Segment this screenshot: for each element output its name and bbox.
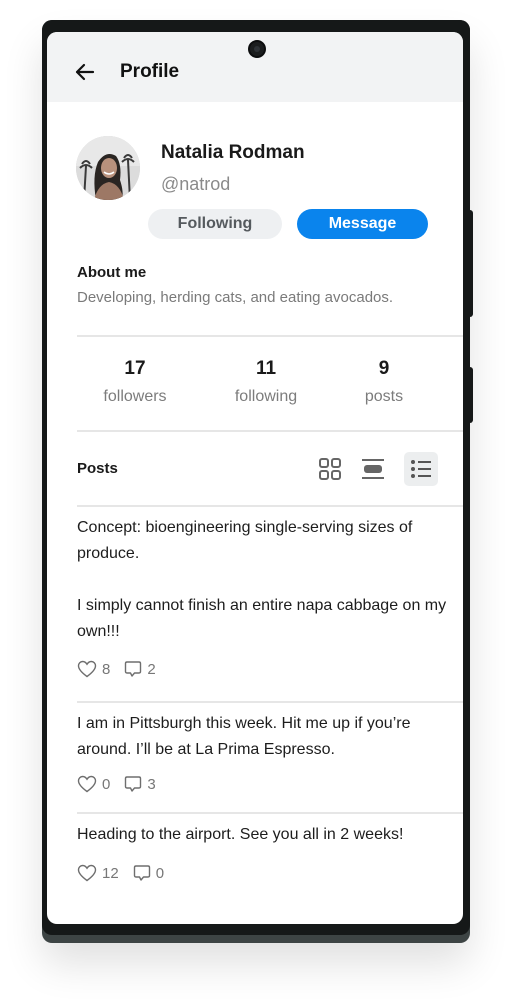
device-side-button (468, 367, 473, 423)
post-text: Heading to the airport. See you all in 2… (77, 826, 404, 843)
like-count: 12 (102, 864, 119, 882)
comment-count: 2 (147, 660, 156, 678)
grid-view-button[interactable] (313, 452, 347, 486)
like-button[interactable]: 12 (77, 864, 119, 882)
stat-value: 17 (124, 358, 146, 379)
divider (77, 430, 463, 432)
like-count: 8 (102, 660, 111, 678)
card-view-button[interactable] (356, 452, 390, 486)
profile-name: Natalia Rodman (161, 142, 305, 163)
heart-icon (77, 660, 97, 678)
camera-icon (248, 40, 266, 58)
stat-label: followers (103, 388, 167, 405)
post-item[interactable]: Concept: bioengineering single-serving s… (77, 515, 447, 695)
divider (77, 812, 463, 814)
about-heading: About me (77, 264, 147, 281)
stat-value: 11 (255, 358, 277, 379)
page-title: Profile (120, 61, 180, 82)
profile-handle: @natrod (161, 174, 231, 194)
screen: Profile Natalia Rodman @natrod Following… (47, 32, 463, 924)
comment-count: 3 (147, 775, 156, 793)
avatar-photo (76, 136, 140, 200)
post-item[interactable]: Heading to the airport. See you all in 2… (77, 822, 447, 892)
comment-button[interactable]: 0 (133, 864, 164, 882)
post-text: Concept: bioengineering single-serving s… (77, 519, 447, 640)
message-button[interactable]: Message (297, 209, 428, 239)
divider (77, 505, 463, 507)
card-icon (362, 459, 384, 479)
stat-followers[interactable]: 17 followers (80, 358, 190, 406)
comment-count: 0 (155, 864, 165, 882)
post-actions: 12 0 (77, 864, 178, 882)
divider (77, 701, 463, 703)
divider (77, 335, 463, 337)
heart-icon (77, 775, 97, 793)
stat-label: posts (364, 388, 404, 405)
like-button[interactable]: 0 (77, 775, 110, 793)
like-button[interactable]: 8 (77, 660, 110, 678)
stat-posts[interactable]: 9 posts (329, 358, 439, 406)
back-button[interactable] (71, 60, 99, 84)
stat-value: 9 (378, 358, 390, 379)
comment-icon (125, 776, 142, 792)
post-text: I am in Pittsburgh this week. Hit me up … (77, 715, 411, 758)
comment-icon (125, 661, 142, 677)
post-actions: 8 2 (77, 660, 170, 678)
like-count: 0 (102, 775, 111, 793)
heart-icon (77, 864, 97, 882)
comment-button[interactable]: 2 (124, 660, 156, 678)
about-text: Developing, herding cats, and eating avo… (77, 289, 394, 306)
stat-label: following (234, 388, 298, 405)
post-actions: 0 3 (77, 775, 170, 793)
stage: Profile Natalia Rodman @natrod Following… (0, 0, 512, 1003)
comment-icon (133, 865, 150, 881)
following-button[interactable]: Following (148, 209, 282, 239)
stat-following[interactable]: 11 following (211, 358, 321, 406)
list-view-button[interactable] (404, 452, 438, 486)
device-side-button (468, 210, 473, 317)
posts-heading: Posts (77, 460, 118, 477)
post-item[interactable]: I am in Pittsburgh this week. Hit me up … (77, 711, 447, 811)
list-icon (411, 460, 431, 478)
comment-button[interactable]: 3 (124, 775, 156, 793)
arrow-left-icon (75, 63, 95, 81)
avatar[interactable] (76, 136, 140, 200)
grid-icon (319, 458, 341, 480)
